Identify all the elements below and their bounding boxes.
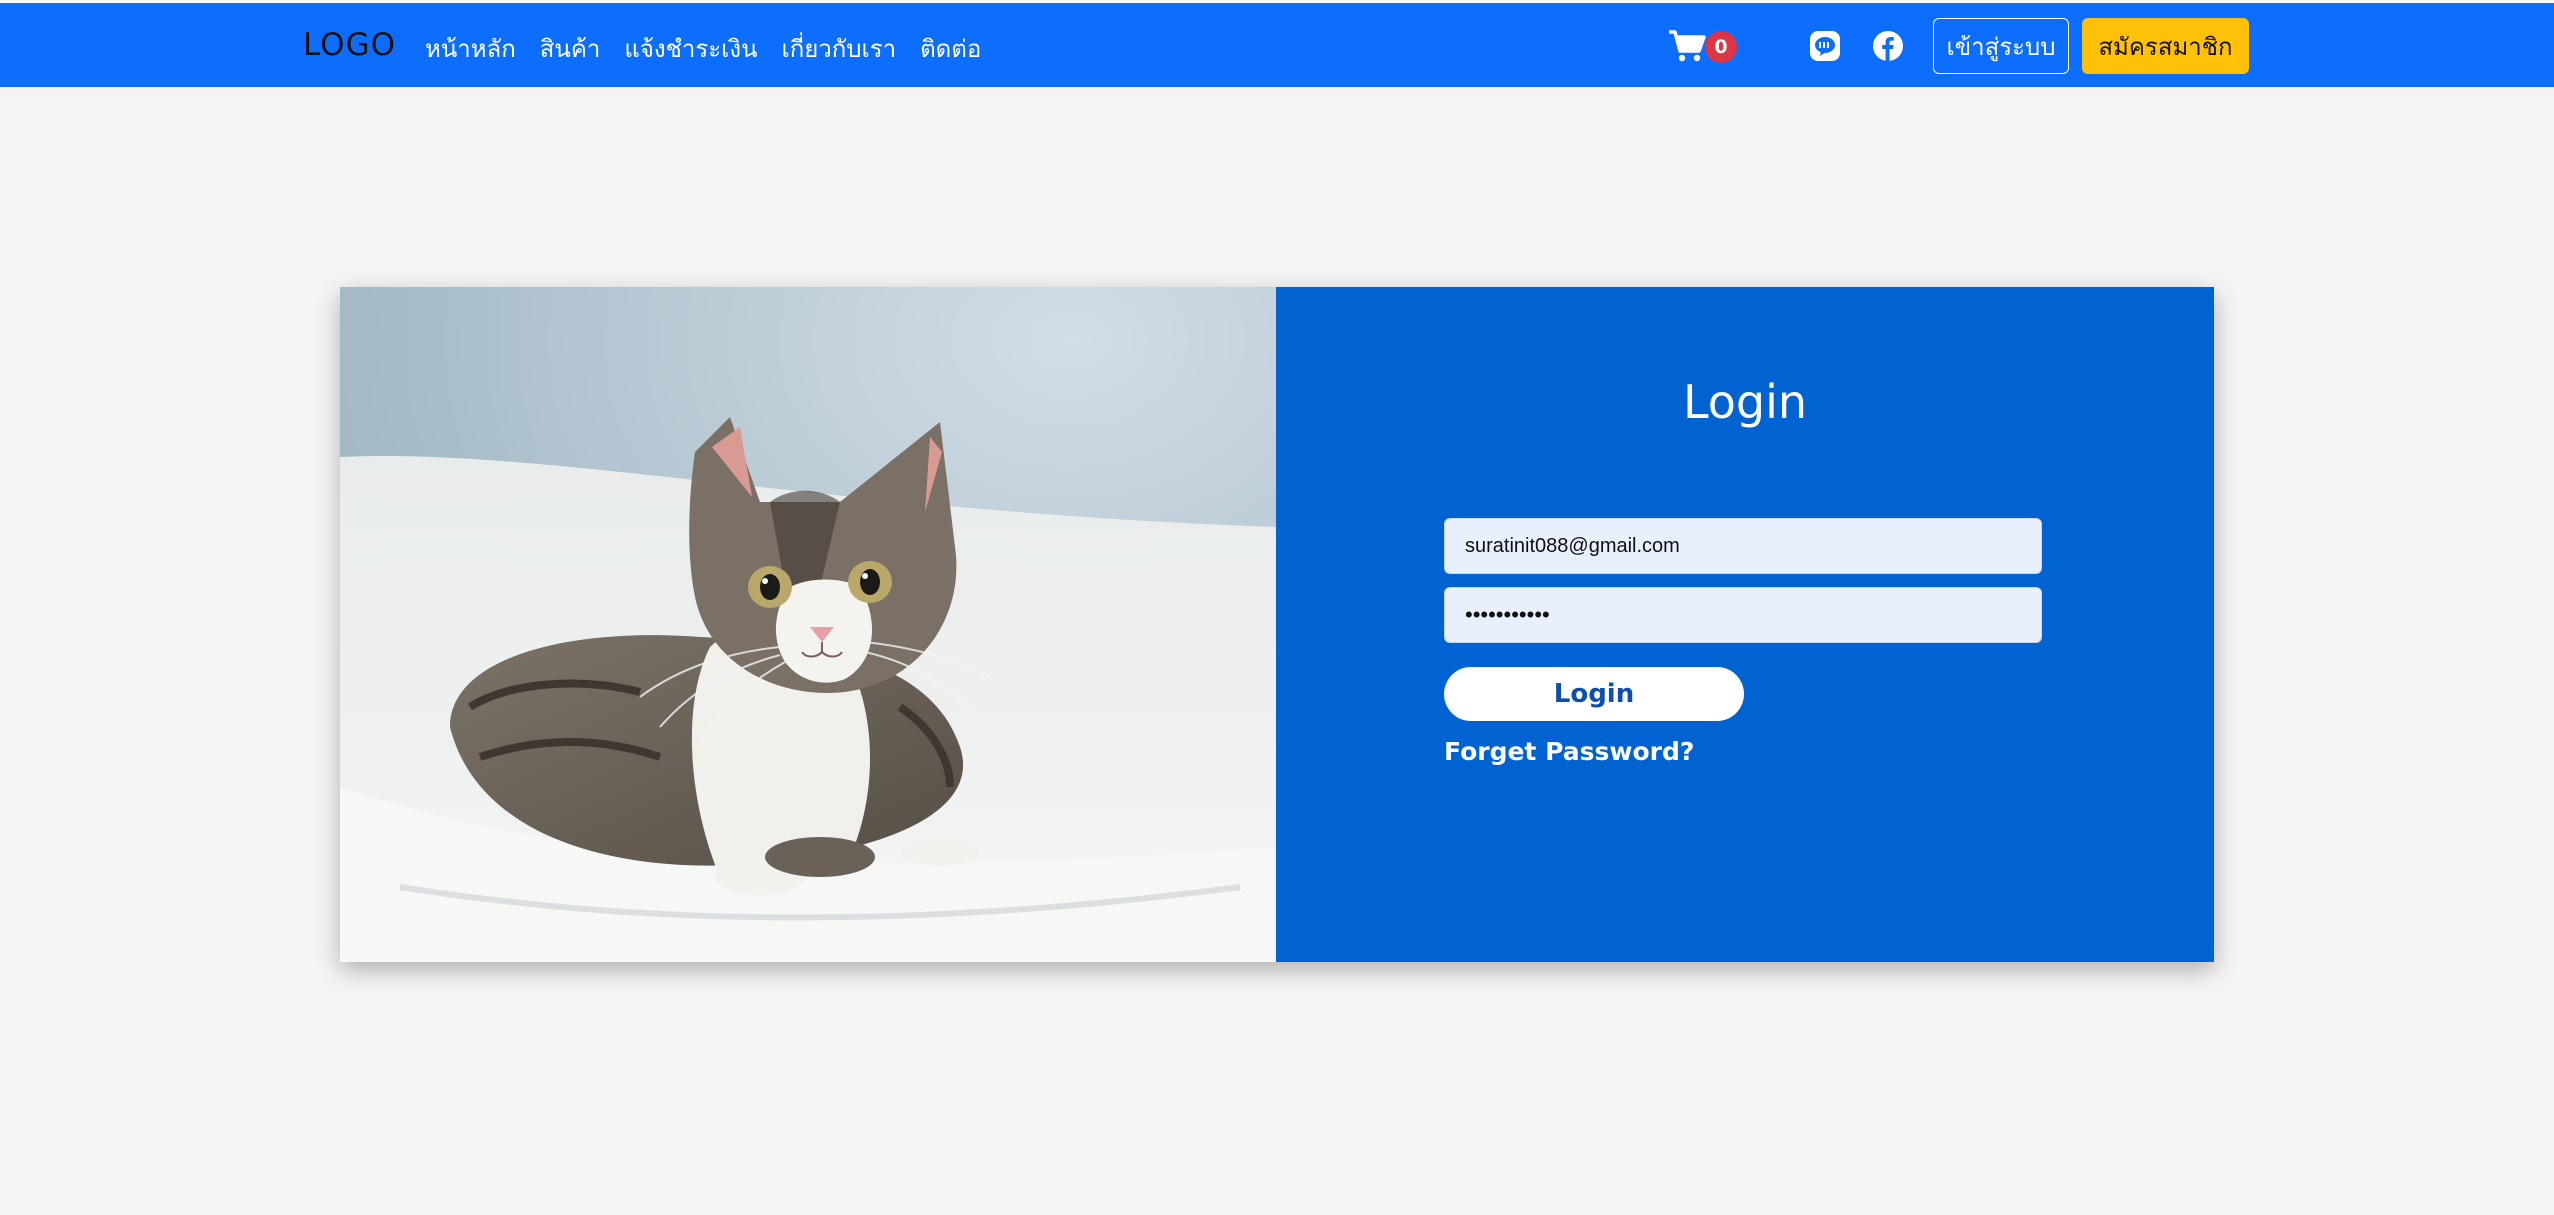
email-field[interactable]: suratinit088@gmail.com xyxy=(1444,518,2042,574)
nav-links: หน้าหลัก สินค้า แจ้งชำระเงิน เกี่ยวกับเร… xyxy=(425,29,981,68)
password-field[interactable]: ••••••••••• xyxy=(1444,587,2042,643)
site-logo[interactable]: LOGO xyxy=(303,27,396,63)
register-button[interactable]: สมัครสมาชิก xyxy=(2082,18,2249,74)
cart-count-badge: 0 xyxy=(1705,31,1737,63)
login-panel: Login suratinit088@gmail.com •••••••••••… xyxy=(1276,287,2214,962)
nav-link-payment[interactable]: แจ้งชำระเงิน xyxy=(624,29,757,68)
nav-link-home[interactable]: หน้าหลัก xyxy=(425,29,516,68)
login-nav-button[interactable]: เข้าสู่ระบบ xyxy=(1933,18,2069,74)
cart-button[interactable]: 0 xyxy=(1668,27,1738,67)
nav-link-contact[interactable]: ติดต่อ xyxy=(920,29,981,68)
nav-link-products[interactable]: สินค้า xyxy=(540,29,601,68)
facebook-icon xyxy=(1873,31,1903,61)
line-button[interactable] xyxy=(1809,30,1843,64)
navbar: LOGO หน้าหลัก สินค้า แจ้งชำระเงิน เกี่ยว… xyxy=(0,3,2554,87)
cat-photo xyxy=(340,287,1276,962)
login-submit-button[interactable]: Login xyxy=(1444,667,1744,721)
facebook-button[interactable] xyxy=(1872,30,1906,64)
line-icon xyxy=(1810,31,1840,61)
forget-password-link[interactable]: Forget Password? xyxy=(1444,737,1694,766)
login-card: Login suratinit088@gmail.com •••••••••••… xyxy=(340,287,2214,962)
cart-icon xyxy=(1669,30,1706,62)
nav-link-about[interactable]: เกี่ยวกับเรา xyxy=(781,29,896,68)
login-title: Login xyxy=(1682,375,1808,429)
